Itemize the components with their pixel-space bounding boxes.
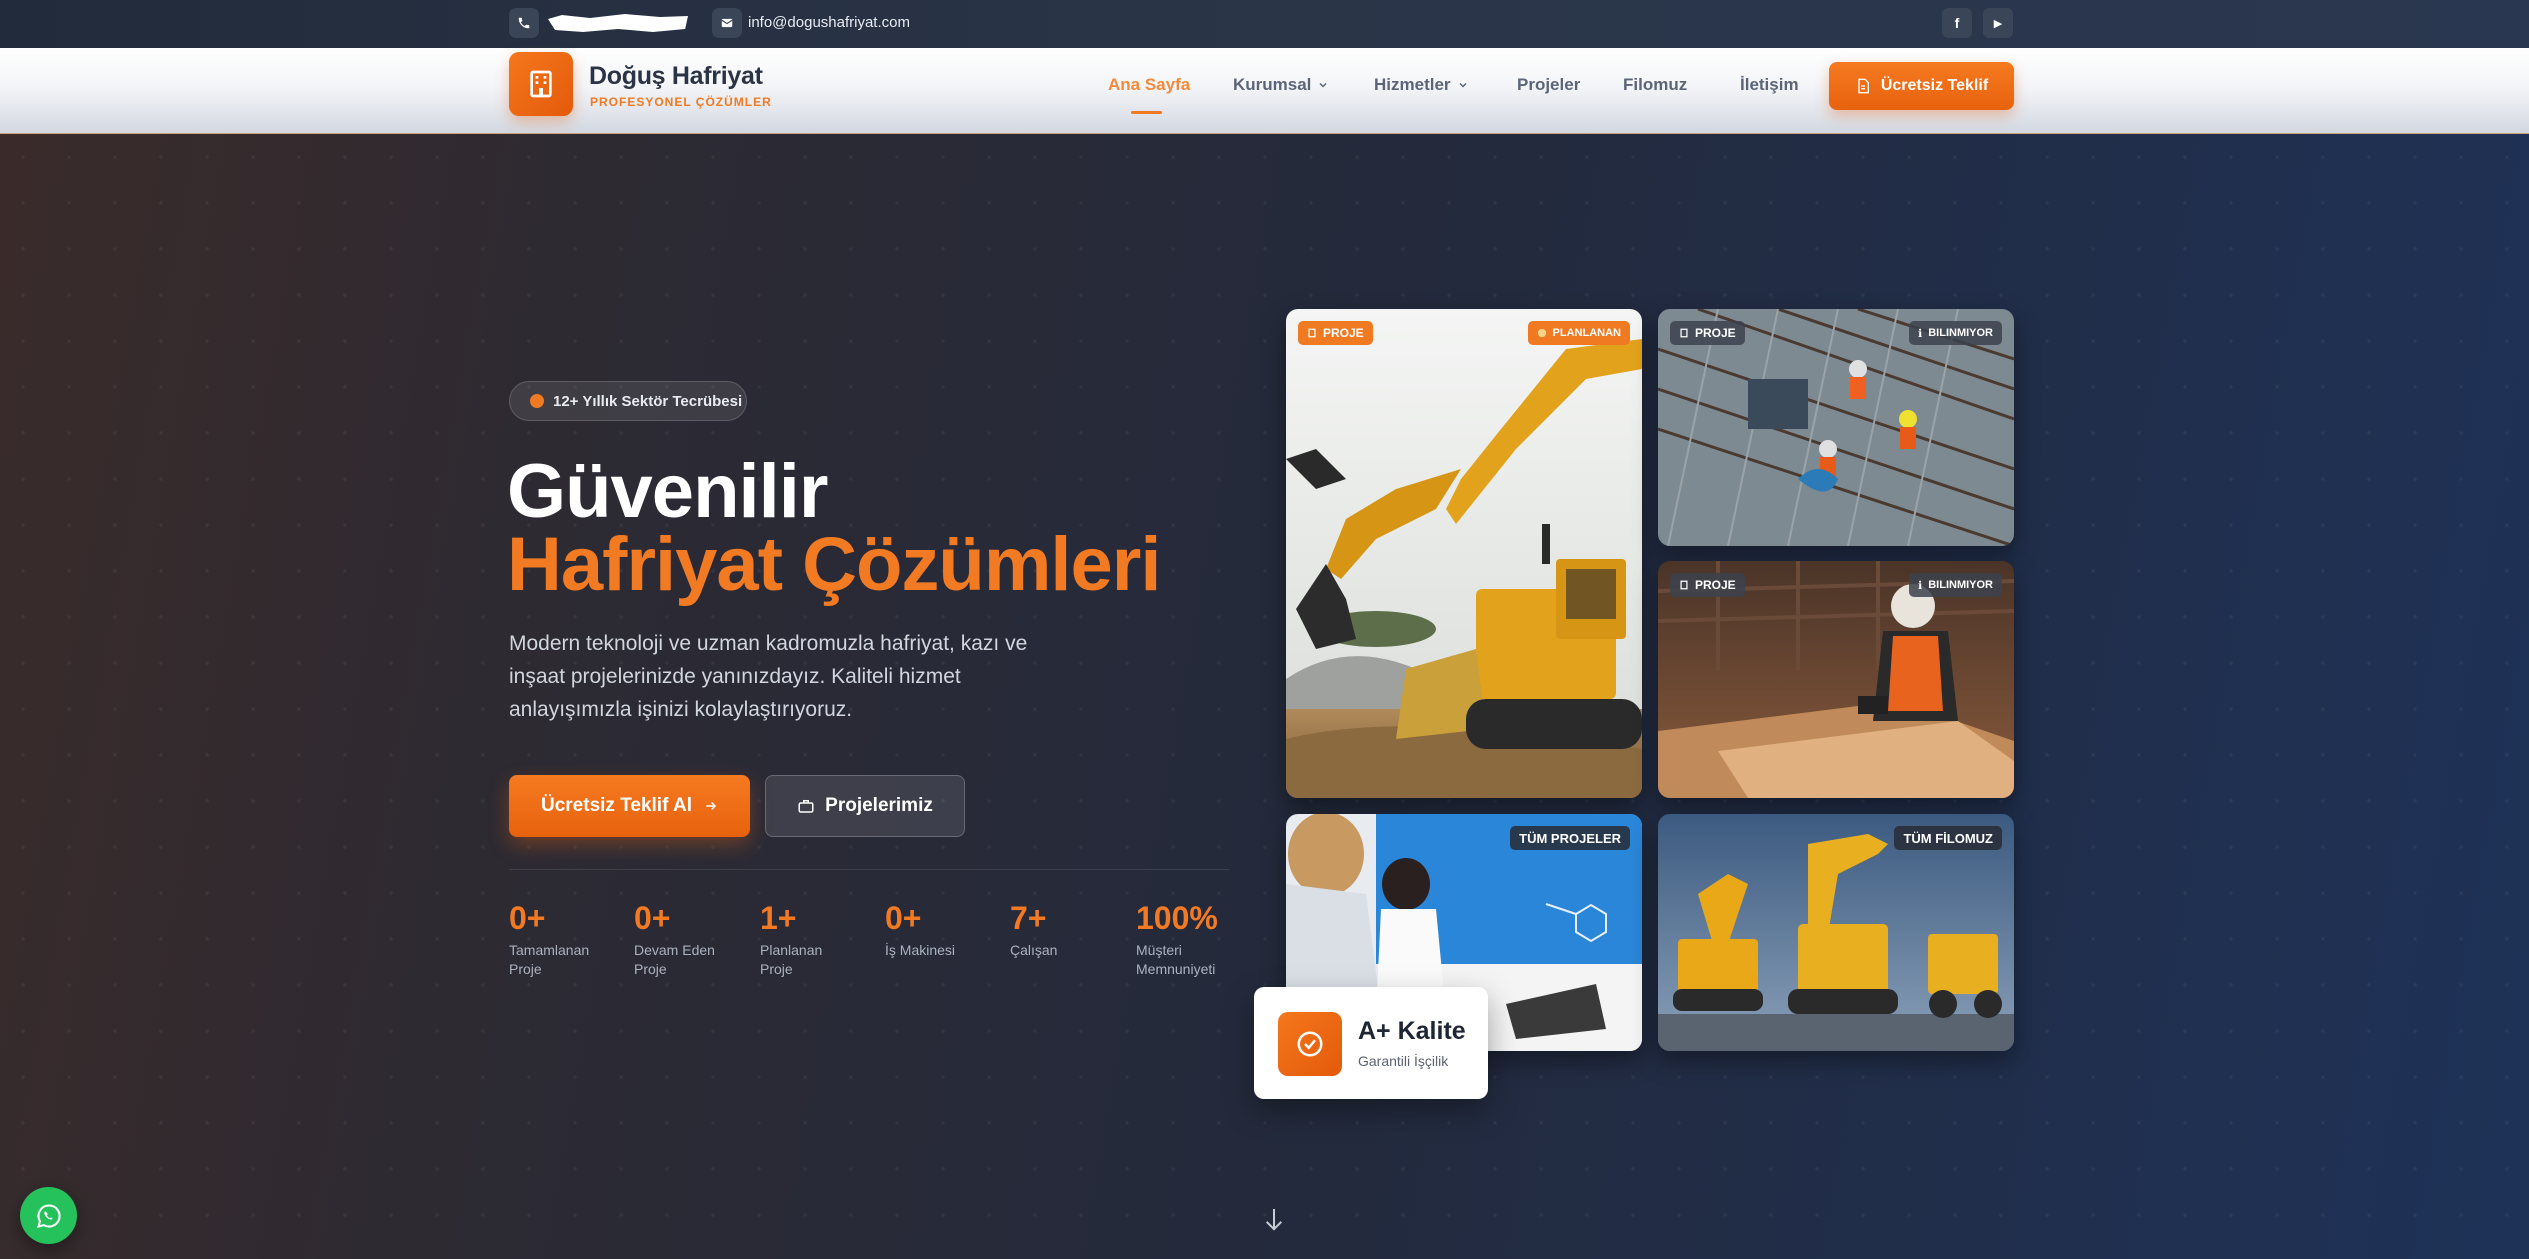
stat-completed: 0+ Tamamlanan Proje: [509, 900, 590, 977]
phone-icon: [509, 8, 539, 38]
whatsapp-button[interactable]: [20, 1187, 77, 1244]
card2-tag-project: PROJE: [1670, 321, 1745, 345]
quality-title: A+ Kalite: [1358, 1017, 1466, 1045]
dot-icon: [530, 394, 544, 408]
facebook-icon[interactable]: f: [1942, 8, 1972, 38]
youtube-icon[interactable]: ▶: [1983, 8, 2013, 38]
building-icon: [1680, 328, 1688, 338]
projects-button[interactable]: Projelerimiz: [765, 775, 965, 837]
quality-card: A+ Kalite Garantili İşçilik: [1254, 987, 1488, 1099]
stat-machines: 0+ İş Makinesi: [885, 900, 956, 958]
building-icon: [1308, 328, 1316, 338]
brand-tagline: PROFESYONEL ÇÖZÜMLER: [590, 95, 772, 109]
free-quote-button[interactable]: Ücretsiz Teklif: [1829, 62, 2014, 110]
email-link[interactable]: info@dogushafriyat.com: [748, 14, 910, 31]
excavator-image: [1286, 309, 1642, 798]
stat-satisfaction: 100% Müşteri Memnuniyeti: [1136, 900, 1218, 977]
stats-divider: [509, 869, 1229, 870]
check-circle-icon: [1278, 1012, 1342, 1076]
arrow-down-icon[interactable]: [1263, 1207, 1285, 1238]
briefcase-icon: [798, 800, 814, 813]
card2-tag-status: ℹ BILINMIYOR: [1909, 321, 2002, 345]
stat-employees: 7+ Çalışan: [1010, 900, 1058, 958]
quality-subtitle: Garantili İşçilik: [1358, 1053, 1449, 1069]
hero-title-line2: Hafriyat Çözümleri: [507, 522, 1161, 607]
nav-projeler[interactable]: Projeler: [1517, 75, 1580, 95]
stat-ongoing: 0+ Devam Eden Proje: [634, 900, 715, 977]
all-projects-tag: TÜM PROJELER: [1510, 826, 1630, 850]
card1-tag-status: PLANLANAN: [1527, 321, 1630, 345]
info-icon: ℹ: [1918, 327, 1923, 340]
hero-description: Modern teknoloji ve uzman kadromuzla haf…: [509, 632, 1028, 721]
mail-icon: [712, 8, 742, 38]
project-card-workshop[interactable]: PROJE ℹ BILINMIYOR: [1658, 561, 2014, 798]
experience-badge: 12+ Yıllık Sektör Tecrübesi: [509, 381, 747, 421]
project-card-excavator[interactable]: PROJE PLANLANAN: [1286, 309, 1642, 798]
nav-hizmetler[interactable]: Hizmetler: [1374, 75, 1469, 95]
site-header: Doğuş Hafriyat PROFESYONEL ÇÖZÜMLER Ana …: [0, 48, 2529, 134]
clock-icon: [1537, 328, 1546, 338]
nav-home[interactable]: Ana Sayfa: [1108, 75, 1190, 95]
whatsapp-icon: [36, 1203, 61, 1228]
nav-iletisim[interactable]: İletişim: [1740, 75, 1799, 95]
arrow-right-icon: [706, 801, 717, 811]
card1-tag-project: PROJE: [1298, 321, 1373, 345]
document-icon: [1858, 78, 1869, 94]
free-quote-cta-button[interactable]: Ücretsiz Teklif Al: [509, 775, 750, 837]
nav-filomuz[interactable]: Filomuz: [1623, 75, 1687, 95]
top-bar: info@dogushafriyat.com f ▶: [0, 0, 2529, 48]
chevron-down-icon: [1319, 82, 1327, 88]
nav-kurumsal[interactable]: Kurumsal: [1233, 75, 1329, 95]
building-icon: [1680, 580, 1688, 590]
card3-tag-project: PROJE: [1670, 573, 1745, 597]
nav-active-indicator: [1131, 111, 1162, 114]
brand-name[interactable]: Doğuş Hafriyat: [589, 62, 763, 91]
card3-tag-status: ℹ BILINMIYOR: [1909, 573, 2002, 597]
stat-planned: 1+ Planlanan Proje: [760, 900, 823, 977]
all-fleet-tag: TÜM FİLOMUZ: [1894, 826, 2002, 850]
all-fleet-card[interactable]: TÜM FİLOMUZ: [1658, 814, 2014, 1051]
info-icon: ℹ: [1918, 579, 1923, 592]
building-icon[interactable]: [509, 52, 573, 116]
chevron-down-icon: [1459, 82, 1467, 88]
project-card-site-aerial[interactable]: PROJE ℹ BILINMIYOR: [1658, 309, 2014, 546]
redacted-phone-number: [548, 14, 688, 32]
